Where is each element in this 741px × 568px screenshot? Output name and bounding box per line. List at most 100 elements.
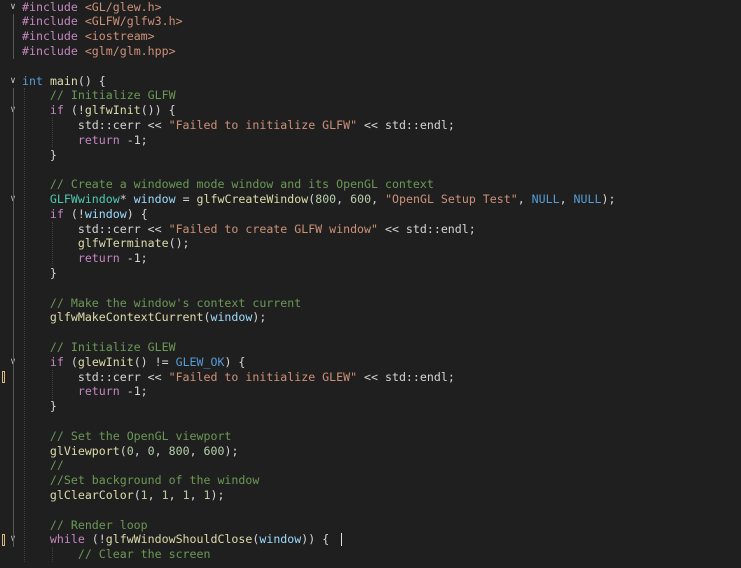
code-token: std::	[22, 221, 113, 236]
code-token: #include	[22, 0, 85, 14]
indent-guide	[52, 547, 53, 562]
code-line[interactable]: // Create a windowed mode window and its…	[22, 177, 434, 192]
code-line[interactable]: std::cerr << "Failed to initialize GLEW"…	[22, 370, 455, 385]
code-line[interactable]: std::cerr << "Failed to initialize GLFW"…	[22, 118, 455, 133]
code-line[interactable]: // Initialize GLFW	[22, 88, 176, 103]
code-token: if	[49, 354, 64, 369]
code-token: int	[22, 73, 43, 88]
code-token: << std::	[357, 369, 420, 384]
code-line[interactable]: glViewport(0, 0, 800, 600);	[22, 443, 239, 459]
code-line[interactable]: #include <iostream>	[22, 29, 155, 44]
code-token: 800	[168, 443, 190, 458]
code-token: ,	[517, 191, 532, 206]
code-token: // Set the OpenGL viewport	[49, 428, 232, 443]
code-token: );	[224, 443, 239, 458]
code-line[interactable]: // Render loop	[22, 518, 148, 533]
code-token: main	[49, 73, 78, 88]
code-token: glfwCreateWindow	[196, 191, 309, 206]
code-line[interactable]: return -1;	[22, 251, 148, 266]
code-line[interactable]: return -1;	[22, 133, 148, 148]
code-line[interactable]: #include <GL/glew.h>	[22, 0, 162, 14]
code-token: <iostream>	[84, 29, 155, 44]
code-token: ,	[559, 191, 574, 206]
change-marker	[2, 533, 5, 546]
code-token: <<	[140, 221, 169, 236]
code-line[interactable]: glfwMakeContextCurrent(window);	[22, 310, 266, 325]
code-token: glfwMakeContextCurrent	[49, 310, 204, 325]
code-token: ;	[447, 117, 455, 132]
code-token: 0	[126, 443, 134, 458]
code-token: //	[49, 458, 64, 473]
code-token: << std::	[378, 221, 441, 236]
code-line[interactable]: std::cerr << "Failed to create GLFW wind…	[22, 222, 476, 237]
code-line[interactable]: glfwTerminate();	[22, 236, 190, 251]
code-token: );	[601, 191, 616, 206]
code-token: return	[77, 384, 120, 399]
code-token: // Initialize GLEW	[49, 339, 176, 354]
code-token: 1	[161, 487, 169, 502]
code-token: if	[49, 103, 64, 118]
code-token: -1;	[119, 384, 148, 399]
code-token: cerr	[112, 221, 141, 236]
code-line[interactable]: }	[22, 266, 57, 281]
code-token: -1;	[119, 132, 148, 147]
code-line[interactable]: #include <GLFW/glfw3.h>	[22, 14, 183, 29]
code-line[interactable]: while (!glfwWindowShouldClose(window)) {	[22, 532, 329, 547]
code-editor[interactable]: #include <GL/glew.h> #include <GLFW/glfw3…	[0, 0, 741, 568]
code-line[interactable]: GLFWwindow* window = glfwCreateWindow(80…	[22, 191, 616, 207]
code-token: // Create a windowed mode window and its…	[49, 177, 434, 192]
code-token: (!	[63, 206, 85, 221]
code-token: // Render loop	[49, 517, 148, 532]
code-line[interactable]: #include <glm/glm.hpp>	[22, 44, 176, 59]
code-token: (	[133, 487, 141, 502]
fold-range-line	[13, 14, 14, 59]
code-token: window	[133, 191, 176, 206]
code-token: ,	[336, 191, 351, 206]
code-token: 600	[203, 443, 225, 458]
code-token: glClearColor	[49, 487, 134, 502]
code-token: );	[252, 310, 267, 325]
code-line[interactable]: if (!glfwInit()) {	[22, 103, 176, 118]
code-line[interactable]: }	[22, 399, 57, 414]
code-line[interactable]: if (glewInit() != GLEW_OK) {	[22, 354, 246, 370]
code-token: endl	[440, 221, 469, 236]
code-line[interactable]: int main() {	[22, 74, 106, 89]
code-line[interactable]: return -1;	[22, 384, 148, 399]
code-line[interactable]: glClearColor(1, 1, 1, 1);	[22, 487, 225, 503]
code-token: "Failed to create GLFW window"	[168, 221, 378, 236]
code-token: // Initialize GLFW	[49, 88, 176, 103]
code-token: ,	[168, 487, 183, 502]
code-token: ,	[154, 443, 169, 458]
code-token: }	[22, 147, 57, 162]
code-token: ) {	[126, 206, 148, 221]
code-token: endl	[419, 369, 448, 384]
code-token: )) {	[301, 532, 330, 547]
code-token: =	[175, 191, 197, 206]
code-line[interactable]: if (!window) {	[22, 207, 148, 222]
code-token: ,	[133, 443, 148, 458]
code-line[interactable]: // Initialize GLEW	[22, 340, 176, 355]
code-token: if	[49, 206, 64, 221]
code-token: // Clear the screen	[77, 547, 211, 562]
code-line[interactable]: //	[22, 458, 64, 473]
code-line[interactable]: // Clear the screen	[22, 547, 211, 562]
code-line[interactable]: // Make the window's context current	[22, 296, 301, 311]
change-marker	[2, 371, 5, 383]
code-token: cerr	[112, 117, 141, 132]
chevron-down-icon[interactable]: ∨	[8, 0, 18, 14]
code-line[interactable]: }	[22, 148, 57, 163]
code-token: glViewport	[49, 443, 120, 458]
code-token: ,	[189, 443, 204, 458]
code-line[interactable]: //Set background of the window	[22, 473, 259, 488]
code-line[interactable]: // Set the OpenGL viewport	[22, 429, 231, 444]
chevron-down-icon[interactable]: ∨	[8, 74, 18, 89]
code-token: ()) {	[140, 103, 176, 118]
